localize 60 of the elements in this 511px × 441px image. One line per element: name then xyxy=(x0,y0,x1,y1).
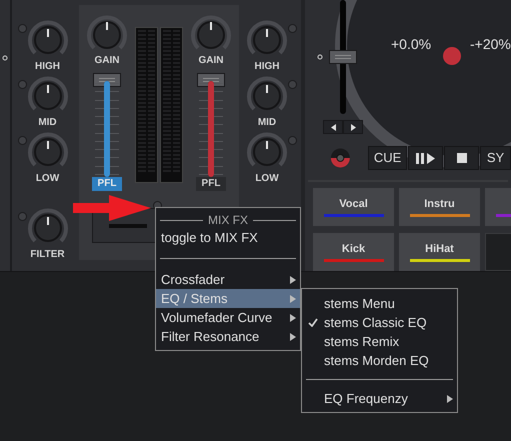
knob-label: HIGH xyxy=(35,61,60,73)
platter-dot-icon xyxy=(443,47,461,65)
knob-label: MID xyxy=(258,117,276,129)
led-icon xyxy=(18,80,26,89)
stop-icon xyxy=(456,153,467,163)
menu-item[interactable]: EQ Frequenzy xyxy=(302,389,457,408)
submenu-arrow-icon xyxy=(290,314,296,322)
submenu-arrow-icon xyxy=(290,332,296,340)
pitch-slider-handle[interactable] xyxy=(329,50,357,64)
sync-disc-icon[interactable] xyxy=(330,146,351,170)
play-pause-button[interactable] xyxy=(408,146,444,170)
nudge-left-button[interactable] xyxy=(323,120,343,134)
check-icon xyxy=(308,318,318,327)
menu-item[interactable]: Volumefader Curve xyxy=(156,308,300,327)
left-triangle-icon xyxy=(330,124,336,130)
stem-label: HiHat xyxy=(425,242,454,256)
pfl-button[interactable]: PFL xyxy=(196,177,226,191)
transport-button[interactable]: SY xyxy=(480,146,511,170)
stem-pad[interactable]: Instru xyxy=(399,188,480,226)
pitch-readout: +0.0% xyxy=(391,35,432,54)
led-icon xyxy=(288,136,297,145)
menu-item[interactable]: Crossfader xyxy=(156,270,300,289)
menu-item[interactable]: EQ / Stems xyxy=(156,289,300,308)
knob-label: HIGH xyxy=(254,61,280,73)
zero-mark-icon xyxy=(2,55,8,61)
pitch-range: -+20% xyxy=(470,35,511,54)
menu-item[interactable]: stems Remix xyxy=(302,332,457,351)
gain-label: GAIN xyxy=(94,55,120,67)
menu-item[interactable]: stems Morden EQ xyxy=(302,351,457,370)
play-pause-icon xyxy=(416,152,436,164)
transport-button[interactable]: CUE xyxy=(368,146,408,170)
menu-title: MIX FX xyxy=(208,212,248,229)
led-icon xyxy=(288,24,297,33)
submenu-arrow-icon xyxy=(447,394,453,402)
pitch-slider-track[interactable] xyxy=(327,0,359,114)
stop-button[interactable] xyxy=(444,146,480,170)
submenu-arrow-icon xyxy=(290,294,296,302)
led-icon xyxy=(18,212,26,221)
knob-label: LOW xyxy=(255,173,279,185)
stem-pad[interactable]: Kick xyxy=(313,233,394,271)
stem-pad[interactable]: Vocal xyxy=(313,188,394,226)
stem-pad[interactable]: HiHat xyxy=(399,233,480,271)
gain-label: GAIN xyxy=(198,55,224,67)
menu-item[interactable]: stems Menu xyxy=(302,294,457,313)
stem-label: Kick xyxy=(342,242,366,256)
led-icon xyxy=(288,80,297,89)
right-triangle-icon xyxy=(350,124,356,130)
stem-label: Vocal xyxy=(339,198,368,210)
stem-label: Instru xyxy=(424,198,455,210)
knob-label: MID xyxy=(38,117,57,129)
led-icon xyxy=(18,24,26,33)
submenu-arrow-icon xyxy=(290,276,296,284)
zero-mark-icon xyxy=(317,54,323,60)
nudge-right-button[interactable] xyxy=(343,120,363,134)
menu-item[interactable]: stems Classic EQ xyxy=(302,313,457,332)
knob-label: LOW xyxy=(36,173,60,185)
menu-item[interactable]: toggle to MIX FX xyxy=(156,228,300,247)
menu-item[interactable]: Filter Resonance xyxy=(156,327,300,346)
led-icon xyxy=(18,136,26,145)
knob-label: FILTER xyxy=(30,249,65,261)
